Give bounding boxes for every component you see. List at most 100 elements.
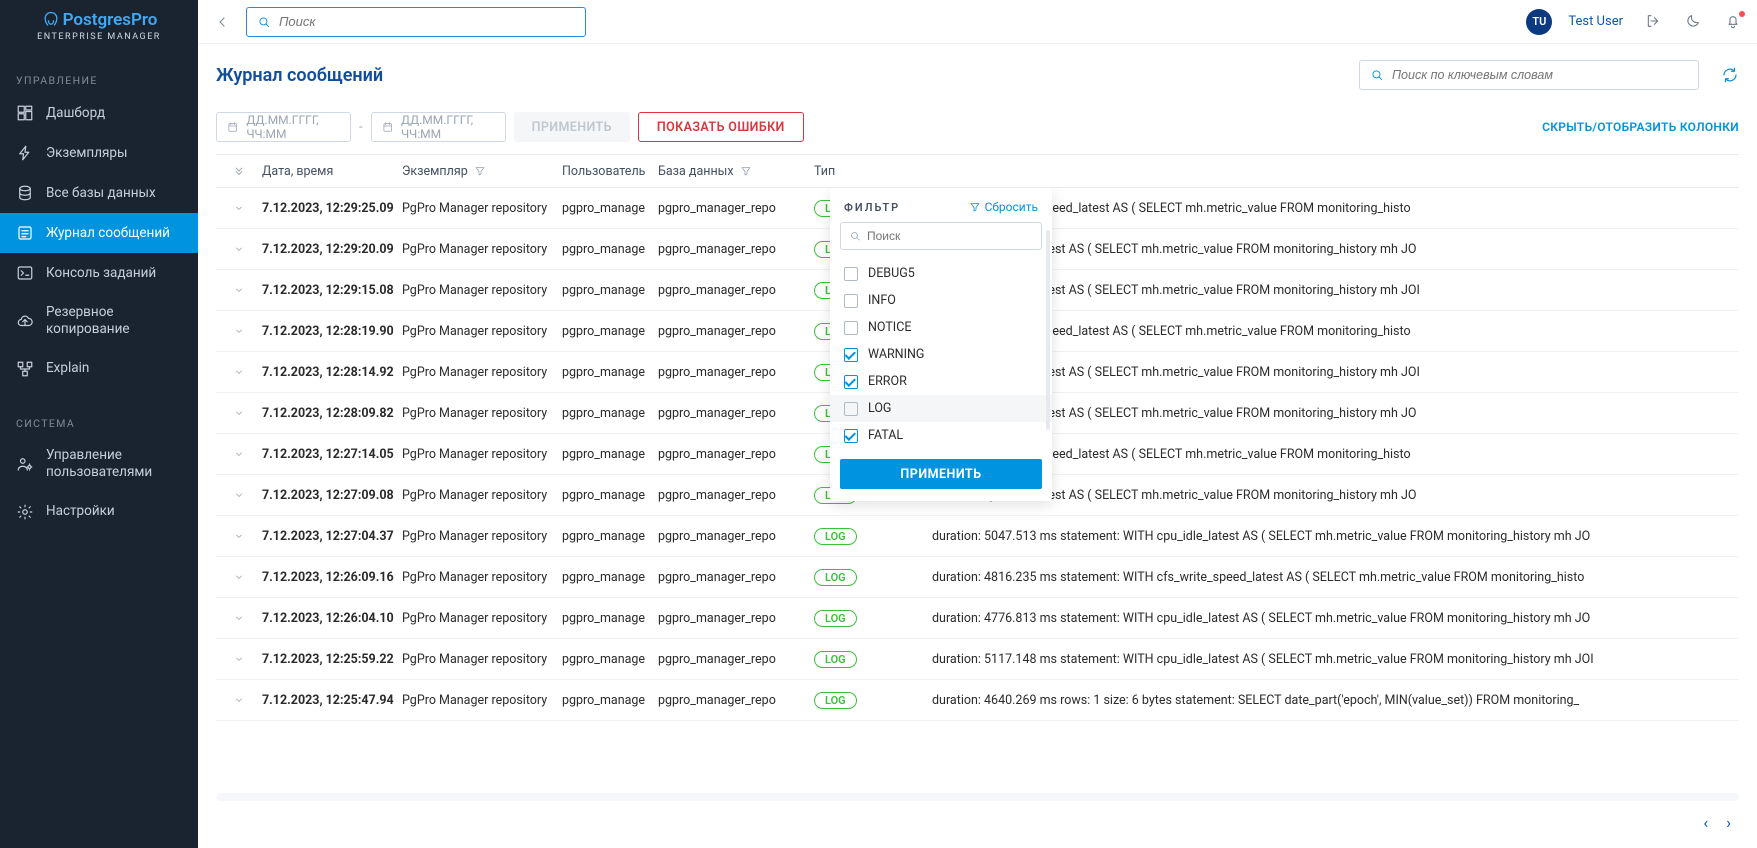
- keyword-search-input[interactable]: [1392, 68, 1688, 82]
- global-search-input[interactable]: [279, 14, 575, 29]
- table-body[interactable]: 7.12.2023, 12:29:25.09PgPro Manager repo…: [216, 188, 1739, 787]
- expand-row-toggle[interactable]: [216, 366, 262, 378]
- date-range-dash: -: [359, 120, 363, 135]
- sidebar-item-log[interactable]: Журнал сообщений: [0, 213, 198, 253]
- expand-row-toggle[interactable]: [216, 407, 262, 419]
- cell-message: nt: WITH cpu_idle_latest AS ( SELECT mh.…: [932, 283, 1739, 298]
- sidebar-item-bolt[interactable]: Экземпляры: [0, 133, 198, 173]
- filter-search[interactable]: [840, 222, 1042, 250]
- cell-user: pgpro_manage: [562, 406, 658, 421]
- pager: ‹ ›: [216, 813, 1739, 832]
- expand-row-toggle[interactable]: [216, 243, 262, 255]
- page-title: Журнал сообщений: [216, 65, 383, 86]
- date-from-input[interactable]: ДД.ММ.ГГГГ, ЧЧ:ММ: [216, 112, 351, 142]
- notifications-button[interactable]: [1725, 13, 1743, 31]
- cell-type: LOG: [814, 610, 880, 627]
- col-datetime[interactable]: Дата, время: [262, 164, 402, 179]
- chevron-down-icon: [233, 653, 245, 665]
- show-errors-button[interactable]: ПОКАЗАТЬ ОШИБКИ: [638, 112, 804, 142]
- col-instance[interactable]: Экземпляр: [402, 164, 562, 179]
- sidebar-item-dashboard[interactable]: Дашборд: [0, 93, 198, 133]
- cell-database: pgpro_manager_repo: [658, 283, 814, 298]
- col-user[interactable]: Пользователь: [562, 164, 658, 179]
- pager-prev[interactable]: ‹: [1703, 813, 1708, 832]
- expand-row-toggle[interactable]: [216, 571, 262, 583]
- sidebar-item-databases[interactable]: Все базы данных: [0, 173, 198, 213]
- brand-logo: PostgresPro ENTERPRISE MANAGER: [0, 0, 198, 46]
- main: TU Test User Журнал сообщений: [198, 0, 1757, 848]
- filter-option-label: WARNING: [868, 347, 924, 362]
- expand-row-toggle[interactable]: [216, 202, 262, 214]
- cell-instance: PgPro Manager repository: [402, 693, 562, 708]
- terminal-icon: [16, 264, 34, 282]
- filter-option-log[interactable]: LOG: [830, 395, 1052, 422]
- cell-instance: PgPro Manager repository: [402, 324, 562, 339]
- topbar: TU Test User: [198, 0, 1757, 44]
- reset-funnel-icon: [969, 201, 981, 213]
- popover-scrollbar[interactable]: [1046, 230, 1050, 430]
- col-database[interactable]: База данных: [658, 164, 814, 179]
- filter-apply-button[interactable]: ПРИМЕНИТЬ: [840, 459, 1042, 489]
- sidebar-item-terminal[interactable]: Консоль заданий: [0, 253, 198, 293]
- cell-datetime: 7.12.2023, 12:28:14.92: [262, 365, 402, 380]
- date-to-input[interactable]: ДД.ММ.ГГГГ, ЧЧ:ММ: [371, 112, 506, 142]
- cell-user: pgpro_manage: [562, 365, 658, 380]
- filter-option-fatal[interactable]: FATAL: [830, 422, 1052, 449]
- sidebar-item-cloud-upload[interactable]: Резервное копирование: [0, 293, 198, 349]
- filter-option-info[interactable]: INFO: [830, 287, 1052, 314]
- cell-database: pgpro_manager_repo: [658, 324, 814, 339]
- expand-row-toggle[interactable]: [216, 325, 262, 337]
- filter-reset-link[interactable]: Сбросить: [969, 200, 1038, 214]
- sidebar-item-user-cog[interactable]: Управление пользователями: [0, 436, 198, 492]
- theme-toggle[interactable]: [1685, 13, 1703, 31]
- pager-next[interactable]: ›: [1726, 813, 1731, 832]
- filter-option-error[interactable]: ERROR: [830, 368, 1052, 395]
- filter-option-warning[interactable]: WARNING: [830, 341, 1052, 368]
- cell-user: pgpro_manage: [562, 693, 658, 708]
- col-type[interactable]: Тип: [814, 164, 880, 179]
- user-name[interactable]: Test User: [1568, 14, 1623, 29]
- expand-all-toggle[interactable]: [216, 164, 262, 178]
- sidebar-item-diagram[interactable]: Explain: [0, 349, 198, 389]
- logout-button[interactable]: [1645, 13, 1663, 31]
- expand-row-toggle[interactable]: [216, 612, 262, 624]
- toggle-columns-link[interactable]: СКРЫТЬ/ОТОБРАЗИТЬ КОЛОНКИ: [1542, 120, 1739, 134]
- filter-option-label: DEBUG5: [868, 266, 915, 281]
- cell-database: pgpro_manager_repo: [658, 693, 814, 708]
- filter-search-input[interactable]: [867, 229, 1033, 243]
- cell-user: pgpro_manage: [562, 611, 658, 626]
- funnel-icon: [474, 165, 486, 177]
- horizontal-scrollbar[interactable]: [216, 793, 1739, 801]
- apply-date-button: ПРИМЕНИТЬ: [514, 112, 630, 142]
- status-badge: LOG: [814, 610, 857, 627]
- cloud-upload-icon: [16, 312, 34, 330]
- expand-row-toggle[interactable]: [216, 448, 262, 460]
- cell-database: pgpro_manager_repo: [658, 201, 814, 216]
- back-button[interactable]: [212, 12, 232, 32]
- filter-option-label: FATAL: [868, 428, 903, 443]
- sidebar-item-gear[interactable]: Настройки: [0, 492, 198, 532]
- cell-datetime: 7.12.2023, 12:29:15.08: [262, 283, 402, 298]
- expand-row-toggle[interactable]: [216, 694, 262, 706]
- avatar[interactable]: TU: [1526, 9, 1552, 35]
- filter-option-notice[interactable]: NOTICE: [830, 314, 1052, 341]
- expand-row-toggle[interactable]: [216, 653, 262, 665]
- expand-row-toggle[interactable]: [216, 489, 262, 501]
- cell-database: pgpro_manager_repo: [658, 488, 814, 503]
- cell-type: LOG: [814, 651, 880, 668]
- cell-message: duration: 4816.235 ms statement: WITH cf…: [932, 570, 1739, 585]
- sidebar-item-label: Дашборд: [46, 105, 105, 122]
- brand-subtitle: ENTERPRISE MANAGER: [14, 32, 184, 42]
- refresh-button[interactable]: [1721, 66, 1739, 84]
- expand-row-toggle[interactable]: [216, 530, 262, 542]
- keyword-search[interactable]: [1359, 60, 1699, 90]
- sidebar-item-label: Резервное копирование: [46, 304, 182, 338]
- filter-option-debug5[interactable]: DEBUG5: [830, 260, 1052, 287]
- bolt-icon: [16, 144, 34, 162]
- cell-database: pgpro_manager_repo: [658, 365, 814, 380]
- logout-icon: [1645, 13, 1661, 29]
- cell-message: nt: WITH cfs_write_speed_latest AS ( SEL…: [932, 324, 1739, 339]
- expand-row-toggle[interactable]: [216, 284, 262, 296]
- global-search[interactable]: [246, 7, 586, 37]
- cell-message: nt: WITH cpu_idle_latest AS ( SELECT mh.…: [932, 406, 1739, 421]
